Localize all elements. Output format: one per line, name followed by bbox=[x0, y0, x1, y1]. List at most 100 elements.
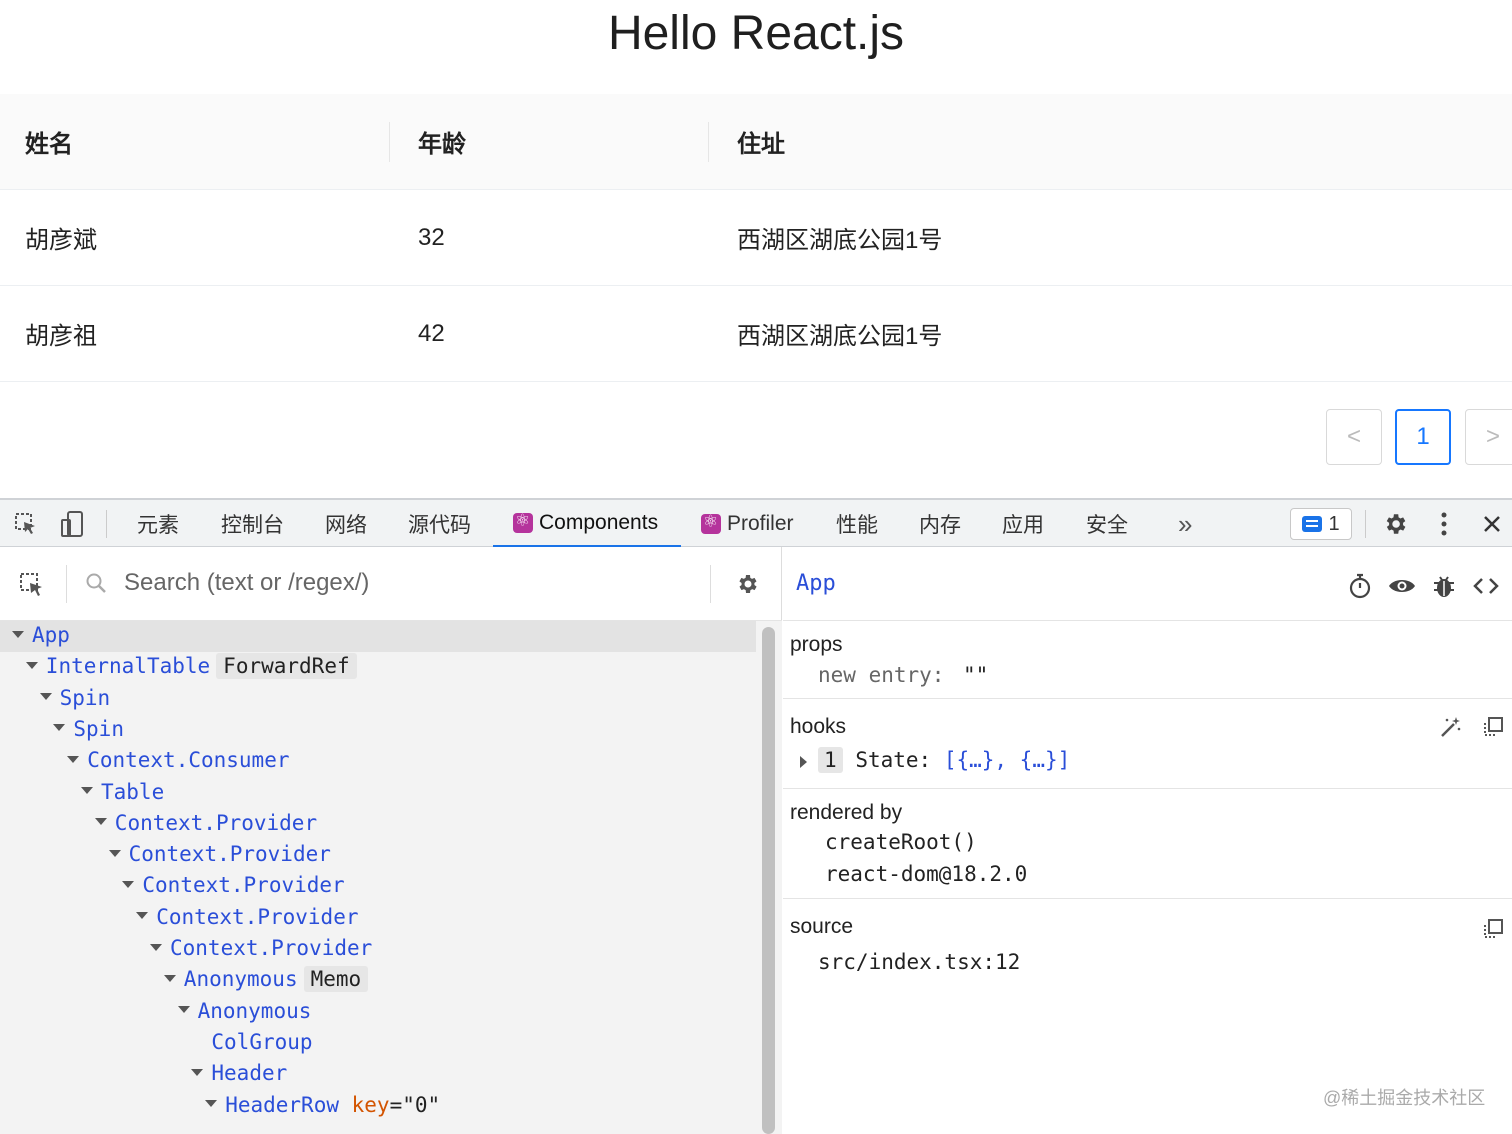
tree-node[interactable]: Context.Provider bbox=[0, 840, 756, 871]
tree-node[interactable]: Anonymous Memo bbox=[0, 965, 756, 996]
tree-node[interactable]: Spin bbox=[0, 684, 756, 715]
tab-memory[interactable]: 内存 bbox=[919, 500, 961, 548]
table-header-row: 姓名 年龄 住址 bbox=[0, 94, 1512, 190]
tab-security[interactable]: 安全 bbox=[1086, 500, 1128, 548]
inspect-element-icon[interactable] bbox=[10, 508, 42, 540]
bug-icon[interactable] bbox=[1429, 571, 1459, 601]
caret-down-icon[interactable] bbox=[53, 724, 66, 732]
data-table: 姓名 年龄 住址 胡彦斌 32 西湖区湖底公园1号 胡彦祖 42 西湖区湖底公园… bbox=[0, 94, 1512, 382]
gear-icon[interactable] bbox=[1379, 508, 1411, 540]
tree-node[interactable]: InternalTable ForwardRef bbox=[0, 652, 756, 683]
table-row: 胡彦祖 42 西湖区湖底公园1号 bbox=[0, 286, 1512, 382]
copy-icon[interactable] bbox=[1479, 915, 1507, 943]
tab-elements[interactable]: 元素 bbox=[137, 500, 179, 548]
details-header: App bbox=[783, 547, 1512, 621]
tree-node[interactable]: Context.Provider bbox=[0, 903, 756, 934]
device-toggle-icon[interactable] bbox=[56, 508, 88, 540]
caret-down-icon[interactable] bbox=[81, 787, 93, 794]
hook-label: State: bbox=[855, 748, 932, 772]
tree-node[interactable]: App bbox=[0, 621, 756, 652]
source-location[interactable]: src/index.tsx:12 bbox=[818, 950, 1020, 974]
tree-scrollbar-thumb[interactable] bbox=[762, 627, 775, 1134]
tab-application[interactable]: 应用 bbox=[1002, 500, 1044, 548]
caret-down-icon[interactable] bbox=[108, 849, 121, 857]
caret-down-icon[interactable] bbox=[205, 1100, 218, 1107]
prop-key[interactable]: new entry: bbox=[818, 663, 944, 687]
tab-sources[interactable]: 源代码 bbox=[408, 500, 471, 548]
caret-down-icon[interactable] bbox=[177, 1006, 190, 1014]
caret-down-icon[interactable] bbox=[39, 693, 52, 701]
tree-node-label: Spin bbox=[59, 685, 111, 710]
react-logo-icon bbox=[701, 512, 721, 534]
magic-wand-icon[interactable] bbox=[1437, 713, 1465, 741]
tree-node-badge: ForwardRef bbox=[216, 653, 357, 680]
copy-icon[interactable] bbox=[1479, 713, 1507, 741]
select-element-icon[interactable] bbox=[16, 569, 48, 601]
search-input[interactable]: Search (text or /regex/) bbox=[124, 569, 369, 597]
caret-down-icon[interactable] bbox=[150, 943, 162, 951]
tree-node[interactable]: Table bbox=[0, 778, 756, 809]
cell-address: 西湖区湖底公园1号 bbox=[737, 323, 943, 350]
tree-node[interactable]: ColGroup bbox=[0, 1028, 756, 1059]
issues-count: 1 bbox=[1328, 512, 1340, 535]
tree-node[interactable]: Header bbox=[0, 1059, 756, 1090]
caret-down-icon[interactable] bbox=[191, 1068, 204, 1076]
eye-icon[interactable] bbox=[1387, 571, 1417, 601]
prop-value[interactable]: "" bbox=[963, 663, 988, 687]
pagination-next-button[interactable]: > bbox=[1465, 409, 1512, 465]
search-icon bbox=[84, 571, 108, 595]
tree-node-label: Context.Provider bbox=[142, 873, 345, 898]
tab-network[interactable]: 网络 bbox=[325, 500, 367, 548]
tab-profiler[interactable]: Profiler bbox=[701, 500, 794, 548]
more-tabs-button[interactable]: » bbox=[1178, 500, 1192, 548]
props-title: props bbox=[790, 633, 843, 656]
cell-age: 32 bbox=[418, 223, 445, 251]
caret-down-icon[interactable] bbox=[94, 818, 107, 826]
tree-node[interactable]: Anonymous bbox=[0, 997, 756, 1028]
table-row: 胡彦斌 32 西湖区湖底公园1号 bbox=[0, 190, 1512, 286]
tree-node[interactable]: Context.Provider bbox=[0, 809, 756, 840]
component-tree-panel: Search (text or /regex/) App InternalTabl… bbox=[0, 547, 782, 1134]
react-logo-icon bbox=[513, 511, 533, 533]
page-title: Hello React.js bbox=[607, 7, 905, 60]
caret-down-icon[interactable] bbox=[122, 880, 135, 888]
search-separator bbox=[66, 565, 67, 603]
caret-down-icon[interactable] bbox=[67, 755, 80, 763]
tree-node-label: HeaderRow bbox=[225, 1092, 339, 1117]
caret-down-icon[interactable] bbox=[25, 661, 38, 669]
tree-node-label: Context.Provider bbox=[114, 810, 318, 835]
issues-badge[interactable]: 1 bbox=[1290, 508, 1352, 540]
tree-node[interactable]: Spin bbox=[0, 715, 756, 746]
tree-node[interactable]: Context.Consumer bbox=[0, 746, 756, 777]
component-settings-gear-icon[interactable] bbox=[732, 569, 762, 599]
rendered-by-item: react-dom@18.2.0 bbox=[825, 862, 1028, 886]
tree-node-label: Context.Provider bbox=[170, 936, 373, 960]
tree-node[interactable]: Context.Provider bbox=[0, 934, 756, 965]
tree-node[interactable]: HeaderRow key="0" bbox=[0, 1091, 756, 1122]
close-icon[interactable] bbox=[1476, 508, 1508, 540]
tree-node-label: ColGroup bbox=[211, 1029, 313, 1054]
view-source-icon[interactable] bbox=[1471, 571, 1501, 601]
expand-caret-icon[interactable] bbox=[800, 756, 807, 768]
caret-down-icon[interactable] bbox=[163, 974, 176, 982]
caret-down-icon[interactable] bbox=[12, 630, 24, 638]
tree-node-key-value: ="0" bbox=[389, 1092, 441, 1117]
kebab-menu-icon[interactable] bbox=[1428, 508, 1460, 540]
tree-node-label: Context.Provider bbox=[128, 842, 331, 867]
pagination-page-1[interactable]: 1 bbox=[1395, 409, 1451, 465]
rendered-by-item: createRoot() bbox=[825, 830, 977, 854]
tab-components[interactable]: Components bbox=[493, 500, 681, 548]
pagination-prev-button[interactable]: < bbox=[1326, 409, 1382, 465]
hook-row[interactable]: 1 State: [{…}, {…}] bbox=[818, 747, 1070, 773]
toolbar-separator bbox=[106, 510, 107, 538]
tree-node-badge: Memo bbox=[303, 966, 369, 993]
tree-node-key-name: key bbox=[351, 1092, 390, 1117]
tree-node-label: Table bbox=[101, 779, 165, 804]
tree-node[interactable]: Context.Provider bbox=[0, 871, 756, 902]
tab-console[interactable]: 控制台 bbox=[221, 500, 284, 548]
react-page: Hello React.js 姓名 年龄 住址 胡彦斌 32 西湖区湖底公园1号… bbox=[0, 0, 1512, 498]
tree-node-label: InternalTable bbox=[45, 654, 211, 679]
stopwatch-icon[interactable] bbox=[1345, 571, 1375, 601]
tab-performance[interactable]: 性能 bbox=[836, 500, 878, 548]
caret-down-icon[interactable] bbox=[136, 912, 149, 920]
